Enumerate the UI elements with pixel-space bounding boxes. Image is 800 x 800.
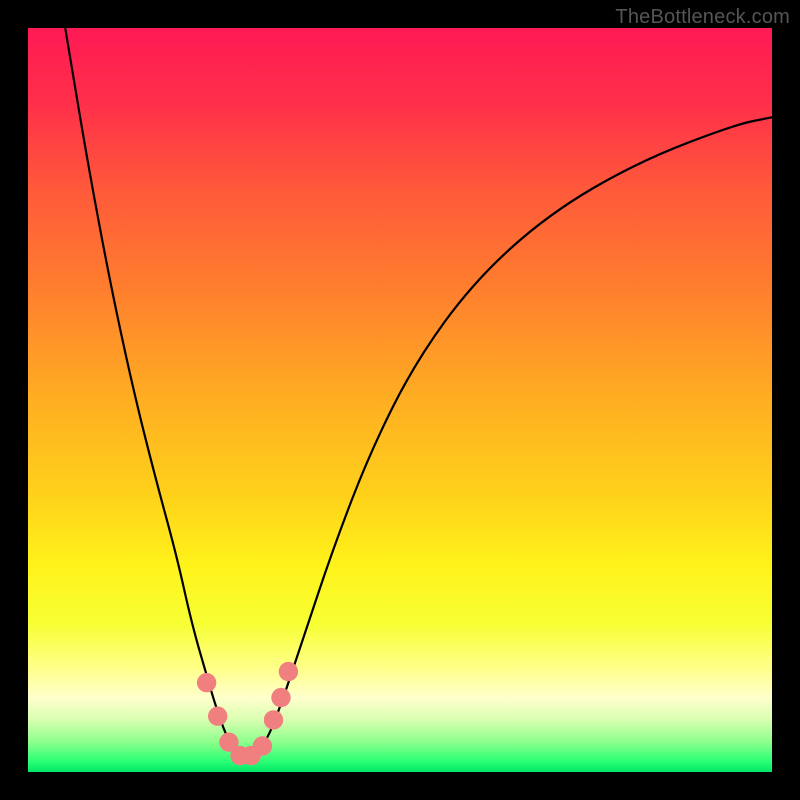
marker-dot [264,710,283,729]
watermark-text: TheBottleneck.com [615,6,790,29]
gradient-background [28,28,772,772]
marker-dot [279,662,298,681]
marker-dot [208,707,227,726]
marker-dot [271,688,290,707]
marker-dot [253,736,272,755]
marker-dot [197,673,216,692]
chart-svg [28,28,772,772]
plot-area [28,28,772,772]
chart-frame: TheBottleneck.com [0,0,800,800]
